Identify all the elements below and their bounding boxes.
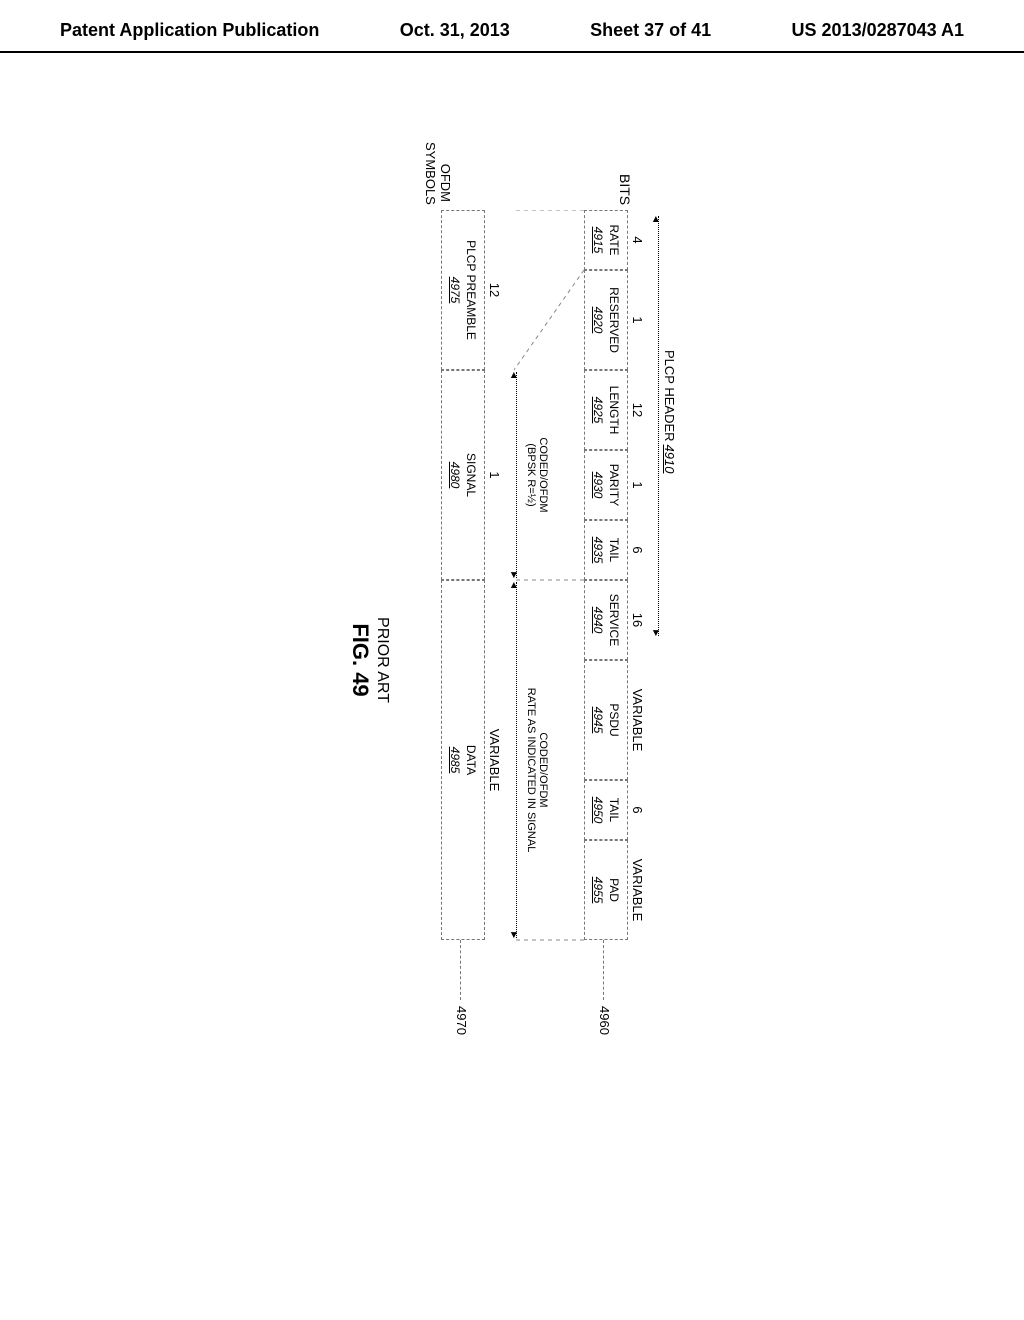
field-reserved: RESERVED4920 — [584, 270, 628, 370]
sheet-num: Sheet 37 of 41 — [590, 20, 711, 41]
field-psdu: PSDU4945 — [584, 660, 628, 780]
signal-extent-arrow — [516, 372, 517, 578]
field-rate: RATE4915 — [584, 210, 628, 270]
sym-preamble: PLCP PREAMBLE4975 — [441, 210, 485, 370]
sym-preamble-count: 12 — [485, 210, 504, 370]
sym-signal-count: 1 — [485, 370, 504, 580]
figure-diagram: PLCP HEADER4910 BITS 4 1 12 1 6 16 VARIA… — [347, 210, 677, 1110]
fields-row: RATE4915 RESERVED4920 LENGTH4925 PARITY4… — [584, 210, 628, 1110]
field-length: LENGTH4925 — [584, 370, 628, 450]
bits-row: 4 1 12 1 6 16 VARIABLE 6 VARIABLE — [628, 210, 647, 1110]
bits-pad: VARIABLE — [628, 840, 647, 940]
coding-signal-label: CODED/OFDM (BPSK R=½) — [525, 385, 549, 565]
symbols-row: PLCP PREAMBLE4975 SIGNAL4980 DATA4985 49… — [441, 210, 485, 1110]
sym-data-count: VARIABLE — [485, 580, 504, 940]
bits-length: 12 — [628, 370, 647, 450]
lead-lower — [460, 940, 461, 1000]
bits-reserved: 1 — [628, 270, 647, 370]
bits-label: BITS — [617, 174, 633, 205]
prior-art-label: PRIOR ART — [373, 210, 391, 1110]
pub-label: Patent Application Publication — [60, 20, 319, 41]
lead-upper — [603, 940, 604, 1000]
bits-tail2: 6 — [628, 780, 647, 840]
bits-tail1: 6 — [628, 520, 647, 580]
field-tail2: TAIL4950 — [584, 780, 628, 840]
page-header: Patent Application Publication Oct. 31, … — [0, 0, 1024, 53]
field-tail1: TAIL4935 — [584, 520, 628, 580]
bits-parity: 1 — [628, 450, 647, 520]
ofdm-symbols-label: OFDM SYMBOLS — [423, 142, 453, 202]
pub-number: US 2013/0287043 A1 — [792, 20, 964, 41]
sym-data: DATA4985 — [441, 580, 485, 940]
coding-data-label: CODED/OFDM RATE AS INDICATED IN SIGNAL — [525, 610, 549, 930]
plcp-extent-arrow — [658, 216, 659, 636]
figure-caption: PRIOR ART FIG. 49 — [347, 210, 391, 1110]
lead-lower-num: 4970 — [454, 1006, 469, 1035]
data-extent-arrow — [516, 582, 517, 938]
field-parity: PARITY4930 — [584, 450, 628, 520]
field-pad: PAD4955 — [584, 840, 628, 940]
sym-signal: SIGNAL4980 — [441, 370, 485, 580]
lead-upper-num: 4960 — [597, 1006, 612, 1035]
plcp-header-bracket: PLCP HEADER4910 — [655, 210, 677, 1110]
field-service: SERVICE4940 — [584, 580, 628, 660]
bits-service: 16 — [628, 580, 647, 660]
pub-date: Oct. 31, 2013 — [400, 20, 510, 41]
bits-rate: 4 — [628, 210, 647, 270]
bits-psdu: VARIABLE — [628, 660, 647, 780]
plcp-header-label: PLCP HEADER4910 — [662, 350, 677, 473]
figure-number: FIG. 49 — [347, 210, 373, 1110]
symbols-count-row: 12 1 VARIABLE — [485, 210, 504, 1110]
